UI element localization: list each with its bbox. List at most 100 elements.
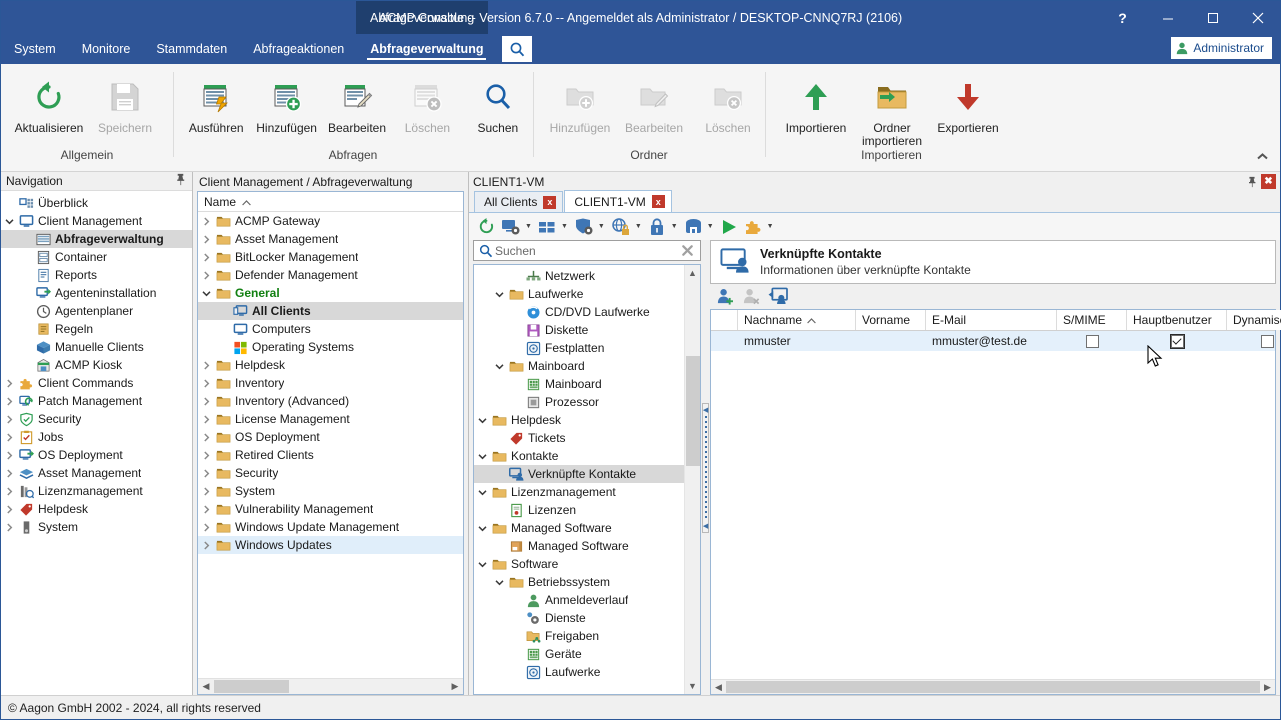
scroll-up-icon[interactable]: ▲ (685, 265, 701, 281)
column-header-hauptbenutzer[interactable]: Hauptbenutzer (1127, 310, 1227, 330)
column-header-vorname[interactable]: Vorname (856, 310, 926, 330)
chevron-down-icon[interactable]: ▼ (560, 223, 571, 230)
column-header-nachname[interactable]: Nachname (738, 310, 856, 330)
chevron-down-icon[interactable] (474, 417, 490, 424)
column-header-dynamisch[interactable]: Dynamisch (1227, 310, 1281, 330)
column-header-e-mail[interactable]: E-Mail (926, 310, 1057, 330)
query-tree-item-windows-updates[interactable]: Windows Updates (198, 536, 463, 554)
chevron-right-icon[interactable] (198, 451, 214, 460)
category-item-managed-software[interactable]: Managed Software (474, 519, 684, 537)
cell-hauptbenutzer[interactable] (1127, 331, 1227, 351)
chevron-right-icon[interactable] (1, 505, 17, 514)
pane-splitter[interactable]: ◀ ◀ (701, 240, 710, 695)
sidebar-item-jobs[interactable]: Jobs (1, 428, 192, 446)
ribbon-button-aktualisieren[interactable]: Aktualisieren (11, 74, 87, 135)
chevron-right-icon[interactable] (1, 523, 17, 532)
chevron-down-icon[interactable] (491, 579, 507, 586)
category-item-software[interactable]: Software (474, 555, 684, 573)
query-tree-item-operating-systems[interactable]: Operating Systems (198, 338, 463, 356)
scroll-down-icon[interactable]: ▼ (685, 678, 701, 694)
category-tree-vscrollbar[interactable]: ▲ ▼ (684, 265, 700, 694)
tab-all-clients[interactable]: All Clients x (474, 191, 563, 212)
cell-smime[interactable] (1057, 331, 1127, 351)
pin-icon[interactable] (1244, 174, 1259, 189)
ribbon-button-hinzufuegen-abfrage[interactable]: Hinzufügen (251, 74, 321, 135)
sidebar-item-reports[interactable]: Reports (1, 266, 192, 284)
ribbon-button-ausfuehren[interactable]: Ausführen (181, 74, 251, 135)
menu-item-monitore[interactable]: Monitore (69, 34, 144, 64)
query-tree-item-computers[interactable]: Computers (198, 320, 463, 338)
chevron-right-icon[interactable] (198, 505, 214, 514)
category-item-ger-te[interactable]: Geräte (474, 645, 684, 663)
sidebar-item-agenteninstallation[interactable]: Agenteninstallation (1, 284, 192, 302)
category-item-lizenzen[interactable]: Lizenzen (474, 501, 684, 519)
sidebar-item--berblick[interactable]: Überblick (1, 194, 192, 212)
query-tree-item-inventory-advanced-[interactable]: Inventory (Advanced) (198, 392, 463, 410)
chevron-down-icon[interactable]: ▼ (766, 223, 777, 230)
checkbox-dynamisch[interactable] (1261, 335, 1274, 348)
lock-button[interactable] (646, 215, 669, 238)
sidebar-item-patch-management[interactable]: Patch Management (1, 392, 192, 410)
refresh-button[interactable] (475, 215, 498, 238)
ribbon-button-hinzufuegen-ordner[interactable]: Hinzufügen (543, 74, 617, 135)
category-search[interactable] (473, 240, 701, 261)
row-selector[interactable] (711, 331, 738, 351)
query-tree-item-windows-update-management[interactable]: Windows Update Management (198, 518, 463, 536)
shield-settings-button[interactable] (572, 215, 596, 238)
chevron-right-icon[interactable] (198, 541, 214, 550)
chevron-down-icon[interactable]: ▼ (634, 223, 645, 230)
category-item-betriebssystem[interactable]: Betriebssystem (474, 573, 684, 591)
query-tree-item-retired-clients[interactable]: Retired Clients (198, 446, 463, 464)
chevron-right-icon[interactable] (198, 487, 214, 496)
cell-vorname[interactable] (856, 331, 926, 351)
hscroll-thumb[interactable] (214, 680, 289, 693)
sidebar-item-lizenzmanagement[interactable]: Lizenzmanagement (1, 482, 192, 500)
category-item-mainboard[interactable]: Mainboard (474, 375, 684, 393)
chevron-right-icon[interactable] (198, 433, 214, 442)
ribbon-collapse-button[interactable] (1252, 147, 1272, 165)
sidebar-item-os-deployment[interactable]: OS Deployment (1, 446, 192, 464)
category-item-netzwerk[interactable]: Netzwerk (474, 267, 684, 285)
category-item-tickets[interactable]: Tickets (474, 429, 684, 447)
category-item-anmeldeverlauf[interactable]: Anmeldeverlauf (474, 591, 684, 609)
query-tree-item-general[interactable]: General (198, 284, 463, 302)
chevron-right-icon[interactable] (198, 253, 214, 262)
query-tree-item-vulnerability-management[interactable]: Vulnerability Management (198, 500, 463, 518)
window-module-tab[interactable]: Abfrageverwaltung (356, 1, 488, 34)
hscroll-thumb[interactable] (726, 681, 1260, 693)
category-item-helpdesk[interactable]: Helpdesk (474, 411, 684, 429)
ribbon-button-bearbeiten-ordner[interactable]: Bearbeiten (617, 74, 691, 135)
chevron-right-icon[interactable] (198, 271, 214, 280)
sidebar-item-manuelle-clients[interactable]: Manuelle Clients (1, 338, 192, 356)
network-lock-button[interactable] (609, 215, 633, 238)
category-item-managed-software[interactable]: Managed Software (474, 537, 684, 555)
chevron-right-icon[interactable] (198, 379, 214, 388)
ribbon-button-importieren[interactable]: Importieren (778, 74, 854, 135)
sidebar-item-system[interactable]: System (1, 518, 192, 536)
remove-contact-button[interactable] (742, 287, 761, 309)
query-tree-item-system[interactable]: System (198, 482, 463, 500)
chevron-right-icon[interactable] (198, 415, 214, 424)
sidebar-item-helpdesk[interactable]: Helpdesk (1, 500, 192, 518)
minimize-button[interactable] (1145, 1, 1190, 34)
query-tree-item-security[interactable]: Security (198, 464, 463, 482)
category-item-cd-dvd-laufwerke[interactable]: CD/DVD Laufwerke (474, 303, 684, 321)
splitter-grip[interactable]: ◀ ◀ (702, 403, 709, 533)
chevron-right-icon[interactable] (1, 487, 17, 496)
column-header-selector[interactable] (711, 310, 738, 330)
query-tree-item-bitlocker-management[interactable]: BitLocker Management (198, 248, 463, 266)
table-row[interactable]: mmustermmuster@test.de (711, 331, 1275, 351)
close-icon[interactable]: ✖ (1261, 174, 1276, 189)
backup-button[interactable] (682, 215, 705, 238)
ribbon-button-ordner-importieren[interactable]: Ordner importieren (854, 74, 930, 148)
category-item-diskette[interactable]: Diskette (474, 321, 684, 339)
category-item-laufwerke[interactable]: Laufwerke (474, 285, 684, 303)
pin-icon[interactable] (174, 173, 187, 189)
menu-item-abfrageverwaltung[interactable]: Abfrageverwaltung (357, 34, 496, 64)
query-tree-header[interactable]: Name (198, 192, 463, 212)
category-item-festplatten[interactable]: Festplatten (474, 339, 684, 357)
ribbon-button-suchen[interactable]: Suchen (463, 74, 533, 135)
query-tree-item-os-deployment[interactable]: OS Deployment (198, 428, 463, 446)
sidebar-item-client-management[interactable]: Client Management (1, 212, 192, 230)
search-input[interactable] (493, 244, 681, 258)
